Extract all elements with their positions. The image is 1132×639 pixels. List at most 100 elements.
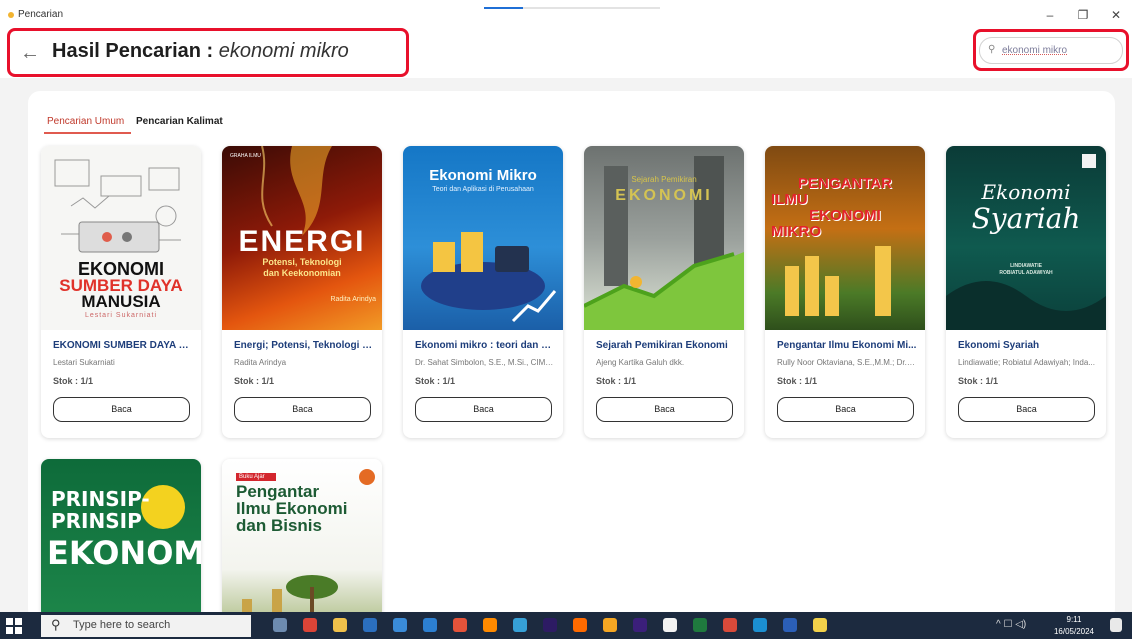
- taskbar-clock[interactable]: 9:11 16/05/2024: [1050, 614, 1098, 638]
- book-title[interactable]: Energi; Potensi, Teknologi d...: [234, 340, 374, 351]
- book-stock: Stok : 1/1: [596, 376, 637, 386]
- tab-pencarian-kalimat[interactable]: Pencarian Kalimat: [136, 116, 223, 127]
- cover-line-2: Syariah: [971, 202, 1081, 235]
- tab-pencarian-umum[interactable]: Pencarian Umum: [47, 116, 124, 127]
- illustrator-icon[interactable]: [573, 618, 587, 632]
- app-icon: [8, 11, 14, 18]
- loading-progress: [484, 7, 660, 9]
- book-cover: GRAHA ILMU ENERGI Potensi, Teknologi dan…: [222, 146, 382, 330]
- book-cover: Sejarah Pemikiran EKONOMI: [584, 146, 744, 330]
- book-card[interactable]: Buku Ajar Pengantar Ilmu Ekonomi dan Bis…: [222, 459, 382, 619]
- book-cover: PENGANTAR ILMU EKONOMI MIKRO: [765, 146, 925, 330]
- cover-line-1: Sejarah Pemikiran: [631, 175, 697, 184]
- cover-line-4: Lestari Sukarniati: [84, 312, 158, 319]
- cover-line-3: dan Keekonomian: [263, 268, 341, 278]
- chrome-icon[interactable]: [303, 618, 317, 632]
- chrome-3-icon[interactable]: [603, 618, 617, 632]
- notification-icon[interactable]: [1110, 618, 1122, 632]
- book-cover: Ekonomi Syariah LINDIAWATIE ROBIATUL ADA…: [946, 146, 1106, 330]
- after-effects-icon[interactable]: [543, 618, 557, 632]
- app-yellow-icon[interactable]: [813, 618, 827, 632]
- book-title[interactable]: Ekonomi Syariah: [958, 340, 1098, 351]
- book-author: Radita Arindya: [234, 358, 287, 367]
- title-bar: Pencarian – ❐ ✕: [0, 0, 1132, 30]
- photos-icon[interactable]: [423, 618, 437, 632]
- cover-line-3: MANUSIA: [81, 292, 161, 311]
- read-button[interactable]: Baca: [234, 397, 371, 422]
- book-card[interactable]: Ekonomi Mikro Teori dan Aplikasi di Peru…: [403, 146, 563, 438]
- book-cover: PRINSIP- PRINSIP EKONOMI: [41, 459, 201, 619]
- windows-start-icon[interactable]: [6, 618, 22, 634]
- app-title-text: Pencarian: [18, 9, 64, 20]
- read-button[interactable]: Baca: [958, 397, 1095, 422]
- book-stock: Stok : 1/1: [958, 376, 999, 386]
- chrome-2-icon[interactable]: [513, 618, 527, 632]
- clock-time: 9:11: [1066, 615, 1082, 624]
- book-card[interactable]: GRAHA ILMU ENERGI Potensi, Teknologi dan…: [222, 146, 382, 438]
- active-tab-indicator: [44, 132, 131, 134]
- restore-button[interactable]: ❐: [1073, 8, 1093, 22]
- book-stock: Stok : 1/1: [53, 376, 94, 386]
- taskbar-search-input[interactable]: ⚲ Type here to search: [41, 615, 251, 637]
- excel-icon[interactable]: [693, 618, 707, 632]
- book-author: Lestari Sukarniati: [53, 358, 115, 367]
- chrome-alt-icon[interactable]: [453, 618, 467, 632]
- cover-line-2: Potensi, Teknologi: [262, 257, 342, 267]
- book-card[interactable]: EKONOMI SUMBER DAYA MANUSIA Lestari Suka…: [41, 146, 201, 438]
- book-author: Dr. Sahat Simbolon, S.E., M.Si., CIMBA.: [415, 358, 555, 367]
- cover-line-4: ROBIATUL ADAWIYAH: [999, 270, 1053, 276]
- book-author: Ajeng Kartika Galuh dkk.: [596, 358, 685, 367]
- book-title[interactable]: Pengantar Ilmu Ekonomi Mi...: [777, 340, 917, 351]
- system-tray-icons[interactable]: ^ ☐ ◁): [996, 619, 1026, 630]
- book-title[interactable]: EKONOMI SUMBER DAYA M...: [53, 340, 193, 351]
- book-stock: Stok : 1/1: [415, 376, 456, 386]
- chrome-4-icon[interactable]: [723, 618, 737, 632]
- cover-line-3: dan Bisnis: [236, 516, 322, 535]
- highlight-search-box: [973, 29, 1129, 71]
- cover-line-2: PRINSIP: [51, 509, 142, 533]
- cover-line-2: EKONOMI: [615, 187, 713, 204]
- taskbar-search-placeholder: Type here to search: [73, 619, 171, 631]
- cover-line-3: EKONOMI: [47, 534, 201, 572]
- read-button[interactable]: Baca: [415, 397, 552, 422]
- book-stock: Stok : 1/1: [777, 376, 818, 386]
- cover-line-4: Radita Arindya: [330, 296, 376, 303]
- book-cover: Buku Ajar Pengantar Ilmu Ekonomi dan Bis…: [222, 459, 382, 619]
- read-button[interactable]: Baca: [596, 397, 733, 422]
- cover-series-label: Buku Ajar: [236, 473, 276, 482]
- highlight-title-box: [7, 28, 409, 77]
- cover-line-3: EKONOMI: [809, 207, 881, 224]
- book-title[interactable]: Ekonomi mikro : teori dan a...: [415, 340, 555, 351]
- premiere-icon[interactable]: [633, 618, 647, 632]
- book-card[interactable]: Ekonomi Syariah LINDIAWATIE ROBIATUL ADA…: [946, 146, 1106, 438]
- book-stock: Stok : 1/1: [234, 376, 275, 386]
- clock-date: 16/05/2024: [1053, 627, 1095, 636]
- close-button[interactable]: ✕: [1106, 8, 1126, 22]
- cover-line-2: Teori dan Aplikasi di Perusahaan: [432, 186, 534, 193]
- task-view-icon[interactable]: [273, 618, 287, 632]
- book-card[interactable]: PRINSIP- PRINSIP EKONOMI: [41, 459, 201, 619]
- app-icon[interactable]: [483, 618, 497, 632]
- cover-line-2: ILMU: [771, 191, 808, 208]
- word-icon[interactable]: [783, 618, 797, 632]
- cover-line-4: MIKRO: [771, 223, 821, 240]
- cover-line-1: ENERGI: [238, 225, 366, 258]
- cover-line-1: PENGANTAR: [798, 175, 892, 192]
- book-title[interactable]: Sejarah Pemikiran Ekonomi: [596, 340, 736, 351]
- book-card[interactable]: Sejarah Pemikiran EKONOMI Sejarah Pemiki…: [584, 146, 744, 438]
- loading-progress-fill: [484, 7, 523, 9]
- minimize-button[interactable]: –: [1040, 8, 1060, 22]
- cover-growth-art: [584, 156, 744, 330]
- photoshop-icon[interactable]: [363, 618, 377, 632]
- media-player-icon[interactable]: [663, 618, 677, 632]
- edge-icon[interactable]: [753, 618, 767, 632]
- app-title: Pencarian: [8, 9, 63, 20]
- read-button[interactable]: Baca: [53, 397, 190, 422]
- book-cover: EKONOMI SUMBER DAYA MANUSIA Lestari Suka…: [41, 146, 201, 330]
- read-button[interactable]: Baca: [777, 397, 914, 422]
- search-icon: ⚲: [51, 617, 61, 632]
- book-author: Rully Noor Oktaviana, S.E.,M.M.; Dr. I..…: [777, 358, 917, 367]
- book-card[interactable]: PENGANTAR ILMU EKONOMI MIKRO Pengantar I…: [765, 146, 925, 438]
- calculator-icon[interactable]: [393, 618, 407, 632]
- file-explorer-icon[interactable]: [333, 618, 347, 632]
